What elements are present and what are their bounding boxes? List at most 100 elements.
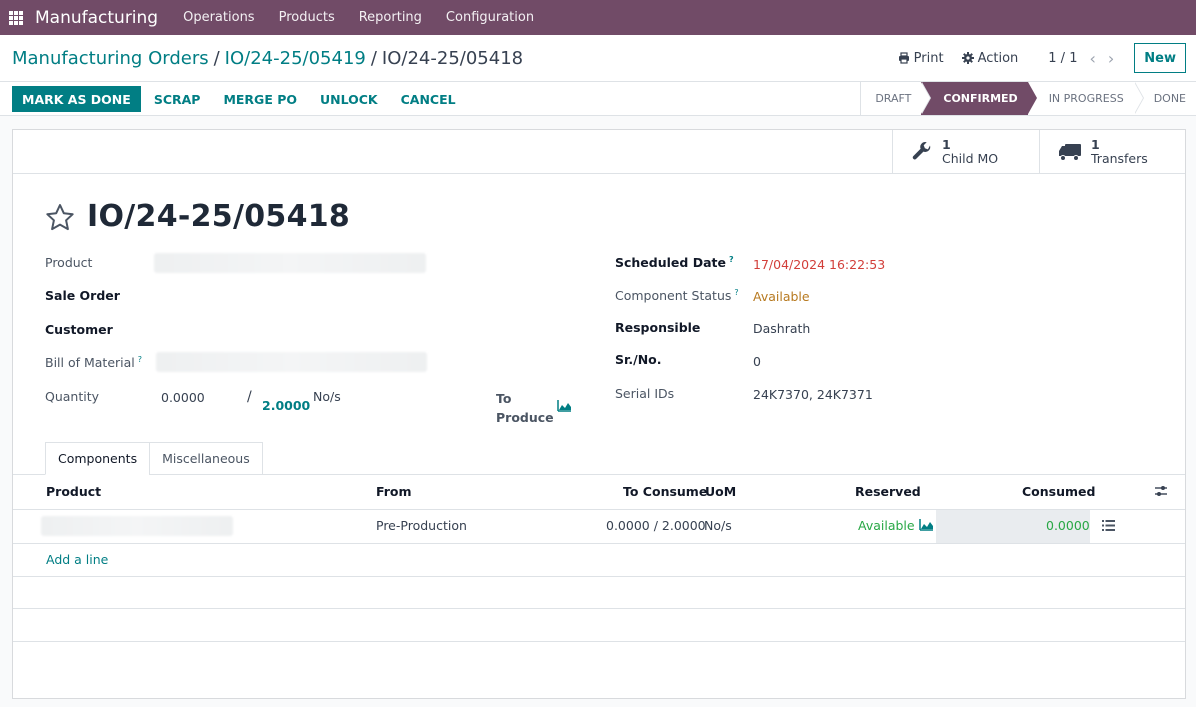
breadcrumb: Manufacturing Orders / IO/24-25/05419/IO/2… bbox=[12, 48, 523, 69]
col-consumed[interactable]: Consumed bbox=[1022, 484, 1095, 499]
transfers-count: 1 bbox=[1091, 136, 1100, 152]
stage-draft[interactable]: DRAFT bbox=[861, 82, 932, 115]
help-icon[interactable]: ? bbox=[138, 355, 142, 364]
unlock-button[interactable]: UNLOCK bbox=[320, 92, 378, 107]
truck-icon bbox=[1059, 143, 1081, 161]
notebook-tabs: Components Miscellaneous bbox=[45, 442, 263, 475]
quantity-to-produce-input[interactable]: 2.0000 bbox=[262, 398, 310, 413]
sr-no-label: Sr./No. bbox=[615, 352, 662, 367]
control-panel: Manufacturing Orders / IO/24-25/05419/IO/2… bbox=[0, 35, 1196, 82]
component-product-cell[interactable] bbox=[41, 516, 233, 536]
responsible-value[interactable]: Dashrath bbox=[753, 321, 810, 336]
area-chart-icon[interactable] bbox=[557, 399, 572, 412]
stage-label: DONE bbox=[1153, 92, 1186, 105]
print-label: Print bbox=[913, 50, 944, 66]
sr-no-value[interactable]: 0 bbox=[753, 354, 761, 369]
menu-configuration[interactable]: Configuration bbox=[446, 10, 534, 25]
serial-ids-label: Serial IDs bbox=[615, 386, 675, 401]
component-from-cell[interactable]: Pre-Production bbox=[376, 518, 467, 533]
cancel-button[interactable]: CANCEL bbox=[401, 92, 456, 107]
component-consumed-input[interactable]: 0.0000 bbox=[1046, 518, 1090, 533]
product-label: Product bbox=[45, 255, 93, 270]
bom-label-text: Bill of Material bbox=[45, 355, 135, 371]
printer-icon bbox=[898, 52, 909, 64]
menu-operations[interactable]: Operations bbox=[183, 10, 254, 25]
product-field[interactable] bbox=[154, 253, 426, 273]
breadcrumb-separator: / bbox=[370, 48, 377, 69]
action-button[interactable]: Action bbox=[961, 50, 1019, 66]
form-sheet: 1 Child MO 1 Transfers IO/24-25/05418 Pr… bbox=[12, 129, 1186, 699]
col-from[interactable]: From bbox=[376, 484, 412, 499]
breadcrumb-manufacturing-orders[interactable]: Manufacturing Orders bbox=[12, 48, 209, 69]
quantity-produced-input[interactable]: 0.0000 bbox=[161, 390, 205, 405]
wrench-icon bbox=[912, 141, 931, 159]
stage-confirmed[interactable]: CONFIRMED bbox=[920, 82, 1037, 115]
component-status-value: Available bbox=[753, 289, 810, 304]
breadcrumb-parent-order[interactable]: IO/24-25/05419 bbox=[225, 48, 366, 69]
col-reserved[interactable]: Reserved bbox=[855, 484, 921, 499]
child-mo-label: Child MO bbox=[942, 150, 999, 166]
menu-reporting[interactable]: Reporting bbox=[359, 10, 422, 25]
child-mo-smart-button[interactable]: 1 Child MO bbox=[892, 130, 1040, 173]
area-chart-icon[interactable] bbox=[919, 518, 934, 531]
quantity-label: Quantity bbox=[45, 389, 100, 404]
component-status-label: Component Status? bbox=[615, 288, 739, 303]
component-reserved-status: Available bbox=[858, 518, 915, 533]
smart-button-box: 1 Child MO 1 Transfers bbox=[13, 130, 1185, 174]
col-to-consume[interactable]: To Consume bbox=[623, 484, 707, 499]
child-mo-count: 1 bbox=[942, 136, 951, 152]
apps-grid-icon[interactable] bbox=[9, 10, 23, 25]
stage-pipeline: DRAFT CONFIRMED IN PROGRESS DONE bbox=[860, 82, 1196, 115]
scrap-button[interactable]: SCRAP bbox=[154, 92, 201, 107]
tab-miscellaneous[interactable]: Miscellaneous bbox=[149, 442, 263, 475]
breadcrumb-current: IO/24-25/05418 bbox=[381, 48, 524, 69]
chevron-right-icon[interactable]: › bbox=[1108, 49, 1114, 68]
quantity-separator: / bbox=[247, 389, 252, 405]
print-button[interactable]: Print bbox=[898, 51, 944, 66]
new-button[interactable]: New bbox=[1134, 43, 1186, 73]
tab-components[interactable]: Components bbox=[45, 442, 151, 475]
add-a-line-link[interactable]: Add a line bbox=[46, 552, 108, 567]
action-label: Action bbox=[977, 50, 1019, 66]
stage-label: CONFIRMED bbox=[943, 92, 1018, 105]
transfers-label: Transfers bbox=[1091, 150, 1148, 166]
scheduled-date-label-text: Scheduled Date bbox=[615, 255, 726, 271]
col-uom[interactable]: UoM bbox=[705, 484, 736, 499]
serial-ids-value[interactable]: 24K7370, 24K7371 bbox=[753, 387, 873, 402]
quantity-uom: No/s bbox=[313, 389, 341, 404]
star-icon[interactable] bbox=[45, 203, 75, 231]
mark-as-done-button[interactable]: MARK AS DONE bbox=[12, 86, 141, 112]
merge-po-button[interactable]: MERGE PO bbox=[223, 92, 297, 107]
component-to-consume-cell[interactable]: 0.0000 / 2.0000 bbox=[606, 518, 706, 533]
stage-label: IN PROGRESS bbox=[1048, 92, 1124, 105]
top-navbar: Manufacturing Operations Products Report… bbox=[0, 0, 1196, 35]
stage-label: DRAFT bbox=[875, 92, 912, 105]
sale-order-label: Sale Order bbox=[45, 288, 120, 303]
transfers-smart-button[interactable]: 1 Transfers bbox=[1039, 130, 1185, 173]
to-produce-label: To Produce bbox=[496, 389, 554, 427]
app-name[interactable]: Manufacturing bbox=[35, 8, 158, 28]
col-product[interactable]: Product bbox=[46, 484, 101, 499]
bill-of-material-label: Bill of Material? bbox=[45, 355, 142, 370]
component-status-label-text: Component Status bbox=[615, 288, 732, 304]
chevron-left-icon[interactable]: ‹ bbox=[1089, 49, 1095, 68]
menu-products[interactable]: Products bbox=[279, 10, 335, 25]
status-bar: MARK AS DONE SCRAP MERGE PO UNLOCK CANCE… bbox=[0, 82, 1196, 116]
to-produce-line1: To bbox=[496, 391, 512, 406]
customer-label: Customer bbox=[45, 322, 113, 337]
component-uom-cell[interactable]: No/s bbox=[704, 518, 732, 533]
column-settings-icon[interactable] bbox=[1154, 485, 1168, 498]
stage-in-progress[interactable]: IN PROGRESS bbox=[1028, 82, 1144, 115]
responsible-label: Responsible bbox=[615, 320, 701, 335]
record-title: IO/24-25/05418 bbox=[87, 199, 351, 234]
scheduled-date-label: Scheduled Date? bbox=[615, 255, 734, 270]
gear-icon bbox=[961, 52, 974, 64]
scheduled-date-value[interactable]: 17/04/2024 16:22:53 bbox=[753, 257, 885, 272]
bill-of-material-field[interactable] bbox=[156, 352, 427, 372]
to-produce-line2: Produce bbox=[496, 410, 554, 425]
help-icon[interactable]: ? bbox=[729, 255, 734, 264]
help-icon[interactable]: ? bbox=[734, 288, 738, 297]
list-icon[interactable] bbox=[1102, 520, 1115, 531]
pager-value[interactable]: 1 / 1 bbox=[1048, 51, 1077, 66]
breadcrumb-separator: / bbox=[213, 48, 220, 69]
